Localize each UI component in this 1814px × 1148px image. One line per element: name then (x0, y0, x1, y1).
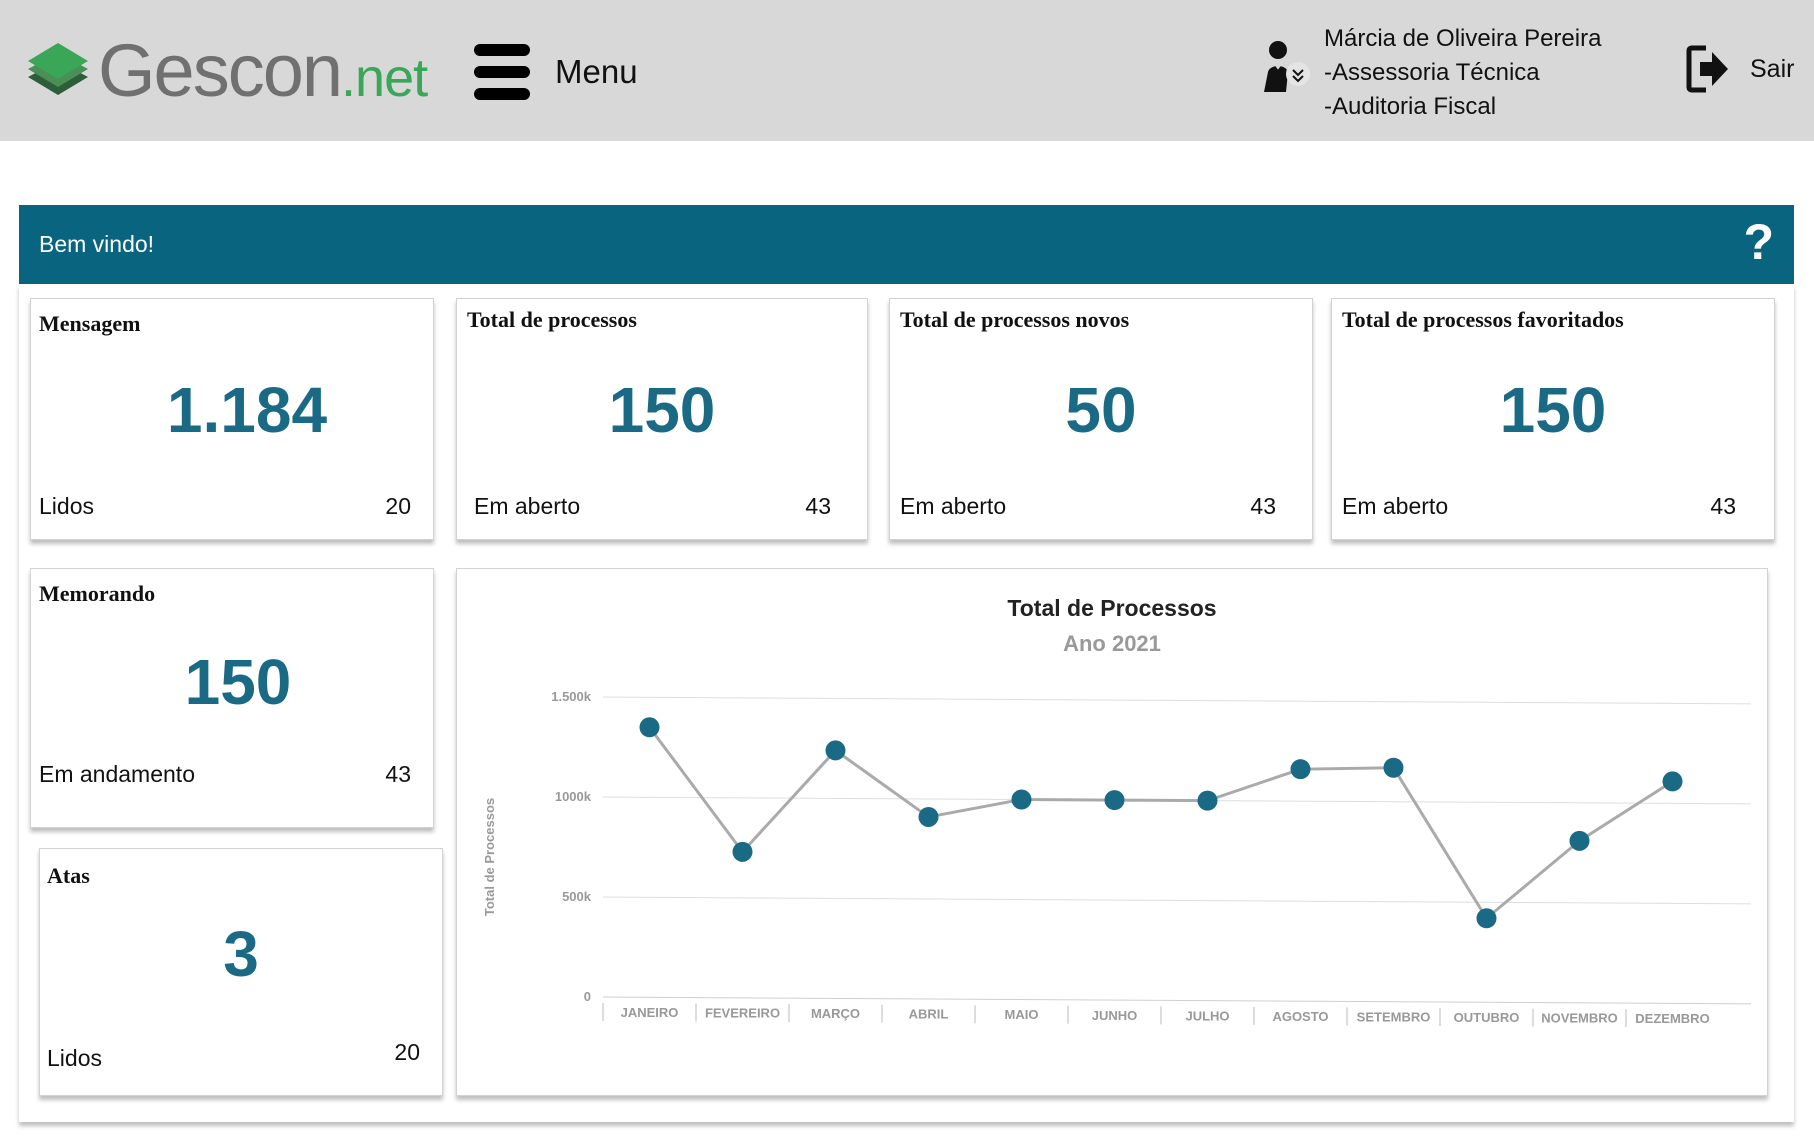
gridline (602, 996, 1752, 1005)
card-processos-favoritados[interactable]: Total de processos favoritados 150 Em ab… (1331, 298, 1775, 540)
card-value: 50 (1065, 374, 1137, 446)
y-tick-label: 1.500k (551, 689, 592, 704)
card-mensagem[interactable]: Mensagem 1.184 Lidos 20 (30, 298, 434, 540)
card-value: 3 (223, 918, 259, 990)
data-point (1383, 757, 1404, 778)
data-point (1104, 790, 1125, 811)
menu-button[interactable]: Menu (474, 44, 638, 100)
x-tick-label: OUTUBRO (1454, 1010, 1520, 1025)
y-tick-label: 500k (562, 889, 592, 904)
card-foot-label: Em aberto (1342, 493, 1449, 519)
y-tick-label: 0 (584, 989, 591, 1004)
user-dropdown-icon[interactable] (1256, 38, 1312, 99)
user-info: Márcia de Oliveira Pereira -Assessoria T… (1324, 22, 1601, 124)
x-tick-label: JANEIRO (621, 1005, 679, 1020)
card-title: Memorando (39, 581, 156, 606)
x-tick-label: NOVEMBRO (1541, 1011, 1618, 1026)
x-tick-label: JUNHO (1092, 1008, 1138, 1023)
x-tick-label: JULHO (1185, 1008, 1229, 1023)
data-point (1197, 790, 1218, 811)
data-point (1569, 830, 1590, 851)
card-title: Mensagem (39, 311, 141, 336)
card-value: 150 (184, 646, 292, 718)
card-title: Total de processos favoritados (1342, 307, 1624, 332)
x-tick-label: MAIO (1005, 1007, 1039, 1022)
series-line (648, 726, 1674, 921)
user-role-1: -Assessoria Técnica (1324, 59, 1540, 86)
card-foot-label: Em aberto (474, 493, 581, 519)
card-foot-label: Em aberto (900, 493, 1007, 519)
data-point (1662, 771, 1683, 792)
welcome-text: Bem vindo! (39, 231, 155, 257)
x-tick-label: ABRIL (909, 1007, 949, 1022)
user-role-2: -Auditoria Fiscal (1324, 93, 1497, 120)
card-title: Atas (47, 863, 90, 888)
x-tick-label: DEZEMBRO (1635, 1011, 1709, 1026)
data-point (1476, 908, 1497, 929)
data-point (825, 740, 846, 761)
logo-text: Gescon.net (98, 29, 428, 112)
card-atas[interactable]: Atas 3 Lidos 20 (39, 848, 443, 1096)
data-point (1011, 789, 1032, 810)
app-logo[interactable]: Gescon.net (26, 29, 428, 112)
card-value: 1.184 (166, 374, 328, 446)
x-tick-label: MARÇO (811, 1006, 860, 1021)
top-header: Gescon.net Menu Márcia de Oliveira Perei… (0, 0, 1814, 141)
card-foot-value: 43 (1250, 493, 1276, 519)
menu-label: Menu (555, 53, 638, 90)
card-foot-label: Em andamento (39, 761, 195, 787)
card-foot-value: 20 (385, 493, 411, 519)
card-foot-value: 43 (1710, 493, 1736, 519)
card-title: Total de processos novos (900, 307, 1130, 332)
card-total-processos[interactable]: Total de processos 150 Em aberto 43 (456, 298, 868, 540)
card-title: Total de processos (467, 307, 637, 332)
card-foot-value: 43 (385, 761, 411, 787)
hamburger-icon (474, 44, 530, 100)
line-chart: 0 500k 1000k 1.500k Total de Processos JANEIR… (482, 689, 1752, 1028)
card-foot-label: Lidos (39, 493, 94, 519)
data-point (639, 717, 660, 738)
user-name: Márcia de Oliveira Pereira (1324, 25, 1602, 52)
y-tick-label: 1000k (555, 789, 592, 804)
y-axis-label: Total de Processos (482, 798, 497, 916)
welcome-bar: Bem vindo! ? (19, 205, 1794, 284)
card-value: 150 (1499, 374, 1607, 446)
gridline (602, 896, 1752, 905)
card-processos-novos[interactable]: Total de processos novos 50 Em aberto 43 (889, 298, 1313, 540)
data-point (918, 806, 939, 827)
logout-button[interactable]: Sair (1686, 44, 1794, 94)
card-foot-value: 20 (394, 1039, 420, 1065)
stacked-layers-icon (28, 43, 88, 95)
gridline (602, 696, 1752, 705)
question-icon[interactable]: ? (1743, 217, 1774, 267)
x-tick-label: AGOSTO (1272, 1009, 1328, 1024)
logout-icon (1686, 45, 1728, 93)
card-value: 150 (608, 374, 716, 446)
x-tick-label: FEVEREIRO (705, 1006, 780, 1021)
card-memorando[interactable]: Memorando 150 Em andamento 43 (30, 568, 434, 828)
card-foot-value: 43 (805, 493, 831, 519)
x-tick-label: SETEMBRO (1357, 1009, 1431, 1024)
chart-card: Total de Processos Ano 2021 0 500k 1000k 1.… (456, 568, 1768, 1096)
card-foot-label: Lidos (47, 1045, 102, 1071)
data-point (1290, 759, 1311, 780)
logout-label: Sair (1750, 54, 1795, 83)
data-point (732, 841, 753, 862)
